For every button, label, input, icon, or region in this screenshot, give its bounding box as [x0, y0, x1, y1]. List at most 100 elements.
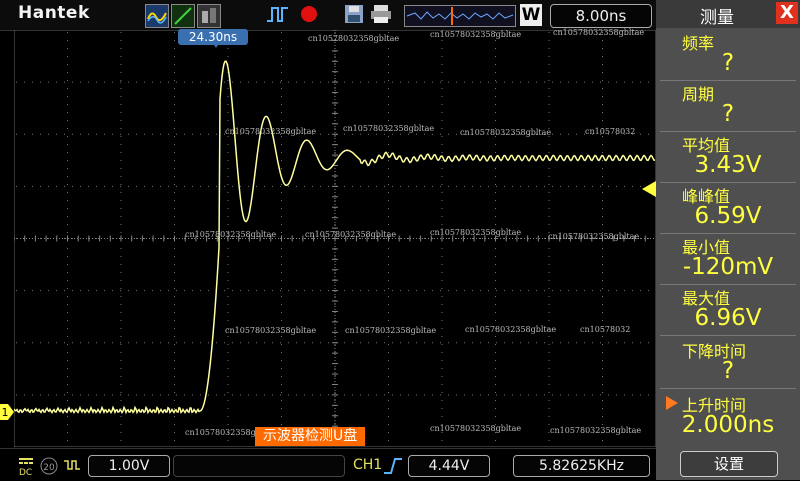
grid-dot	[552, 81, 553, 83]
settings-button[interactable]: 设置	[680, 451, 778, 477]
channel-1-marker[interactable]: 1	[0, 404, 14, 420]
grid-dot	[480, 238, 481, 239]
grid-dot	[432, 290, 433, 292]
frequency-readout: 5.82625KHz	[513, 455, 650, 477]
grid-dot	[72, 342, 73, 344]
grid-dot	[120, 416, 122, 417]
grid-dot	[328, 394, 329, 396]
grid-dot	[227, 440, 229, 441]
grid-dot	[528, 342, 529, 344]
grid-dot	[392, 81, 393, 83]
grid-dot	[280, 290, 281, 292]
grid-dot	[334, 136, 336, 137]
pulse-trigger-icon[interactable]	[266, 4, 290, 28]
rising-edge-icon[interactable]	[383, 457, 403, 475]
grid-dot	[456, 394, 457, 396]
grid-dot	[602, 64, 603, 65]
grid-dot	[160, 342, 161, 344]
grid-dot	[120, 144, 122, 145]
grid-dot	[88, 290, 89, 292]
window-mode-button[interactable]: W	[520, 4, 542, 26]
grid-dot	[376, 290, 377, 292]
persistence-mode-icon[interactable]	[197, 4, 221, 28]
grid-dot	[441, 120, 443, 121]
grid-dot	[40, 185, 41, 187]
grid-dot	[120, 232, 122, 233]
trigger-source-label[interactable]: CH1	[353, 457, 382, 473]
grid-dot	[388, 48, 389, 49]
grid-dot	[495, 288, 496, 289]
grid-dot	[96, 238, 97, 239]
grid-dot	[174, 280, 175, 281]
grid-dot	[388, 352, 389, 353]
grid-dot	[640, 342, 641, 344]
grid-dot	[592, 394, 593, 396]
grid-dot	[216, 342, 217, 344]
print-icon[interactable]	[370, 4, 392, 28]
grid-dot	[174, 352, 175, 353]
invert-icon[interactable]	[63, 457, 83, 473]
grid-dot	[441, 400, 443, 401]
grid-dot	[48, 342, 49, 344]
grid-dot	[456, 342, 457, 344]
grid-dot	[384, 133, 385, 135]
grid-dot	[281, 64, 282, 65]
grid-dot	[67, 432, 68, 433]
grid-dot	[48, 185, 49, 187]
grid-dot	[174, 312, 175, 313]
close-button[interactable]: X	[776, 2, 798, 24]
grid-dot	[432, 81, 433, 83]
grid-dot	[344, 394, 345, 396]
grid-dot	[174, 304, 175, 305]
grid-dot	[536, 185, 537, 187]
grid-dot	[344, 290, 345, 292]
grid-dot	[112, 342, 113, 344]
grid-dot	[72, 133, 73, 135]
save-disk-icon[interactable]	[344, 4, 364, 28]
grid-dot	[602, 304, 603, 305]
record-stop-icon[interactable]	[300, 5, 318, 27]
grid-dot	[144, 290, 145, 292]
waveform-mode-icon[interactable]	[145, 4, 169, 28]
grid-dot	[256, 185, 257, 187]
grid-dot	[495, 272, 496, 273]
ramp-mode-icon[interactable]	[171, 4, 195, 28]
grid-dot	[288, 342, 289, 344]
grid-dot	[174, 72, 175, 73]
grid-dot	[576, 290, 577, 292]
volts-per-div-readout[interactable]: 1.00V	[88, 455, 170, 477]
grid-dot	[400, 394, 401, 396]
grid-dot	[388, 112, 389, 113]
grid-dot	[128, 133, 129, 135]
grid-dot	[602, 208, 603, 209]
grid-dot	[441, 312, 443, 313]
grid-dot	[80, 185, 81, 187]
grid-dot	[388, 256, 389, 257]
grid-dot	[96, 133, 97, 135]
grid-dot	[176, 133, 177, 135]
grid-dot	[328, 290, 329, 292]
timebase-readout[interactable]: 8.00ns	[550, 4, 652, 28]
bandwidth-limit-icon[interactable]: 20	[40, 457, 60, 475]
grid-dot	[400, 238, 401, 239]
coupling-indicator[interactable]: DC	[18, 455, 34, 480]
grid-dot	[440, 290, 441, 292]
grid-dot	[388, 192, 389, 193]
grid-dot	[120, 216, 122, 217]
trigger-position-label[interactable]: 24.30ns	[178, 29, 248, 45]
grid-dot	[96, 394, 97, 396]
grid-dot	[480, 185, 481, 187]
grid-dot	[152, 185, 153, 187]
grid-dot	[320, 133, 321, 135]
grid-dot	[416, 81, 417, 83]
grid-dot	[388, 152, 389, 153]
trigger-level-readout[interactable]: 4.44V	[408, 455, 490, 477]
grid-dot	[432, 238, 433, 239]
grid-dot	[408, 81, 409, 83]
grid-dot	[67, 368, 68, 369]
grid-dot	[441, 280, 443, 281]
grid-dot	[400, 81, 401, 83]
grid-dot	[174, 232, 175, 233]
grid-dot	[67, 320, 68, 321]
trigger-level-marker[interactable]	[642, 181, 656, 197]
